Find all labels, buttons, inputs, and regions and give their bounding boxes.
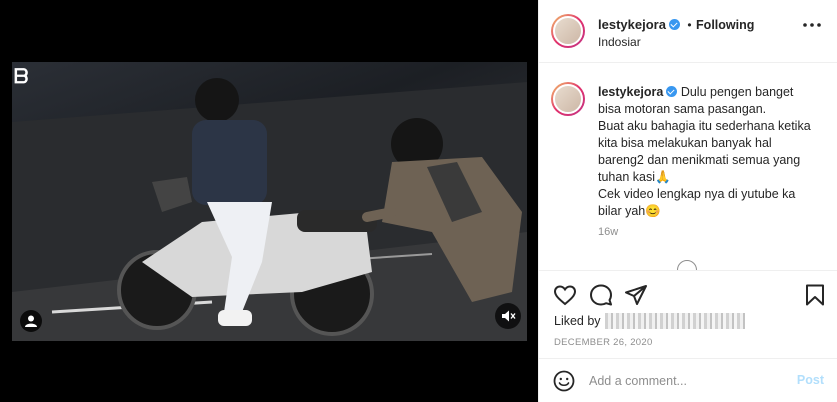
follow-separator: •	[687, 18, 692, 32]
post-media[interactable]: ᗷ	[0, 0, 538, 402]
verified-icon	[668, 19, 680, 30]
liked-by-label: Liked by	[554, 314, 601, 328]
caption-avatar[interactable]	[551, 82, 585, 116]
caption-line: kita bisa melakukan banyak hal	[598, 136, 772, 150]
location-link[interactable]: Indosiar	[598, 35, 641, 49]
caption-line: bareng2 dan menikmati semua yang	[598, 153, 801, 167]
caption-line: Buat aku bahagia itu sederhana ketika	[598, 119, 811, 133]
following-button[interactable]: Following	[696, 18, 754, 32]
liked-by-line: Liked by	[554, 313, 745, 329]
bookmark-icon[interactable]	[803, 283, 827, 307]
action-bar: Liked by DECEMBER 26, 2020	[539, 270, 837, 358]
caption-first-line: lestykejora Dulu pengen banget	[598, 84, 828, 101]
emoji-icon[interactable]	[553, 370, 575, 392]
post-date: DECEMBER 26, 2020	[554, 337, 653, 348]
share-icon[interactable]	[624, 283, 648, 307]
verified-icon	[666, 86, 678, 97]
video-frame	[12, 78, 527, 341]
svg-text:ᗷ: ᗷ	[14, 64, 28, 88]
video-player[interactable]: ᗷ	[12, 62, 527, 341]
tag-icon[interactable]	[20, 310, 42, 332]
avatar[interactable]	[551, 14, 585, 48]
load-more-icon[interactable]	[677, 260, 697, 270]
post-header: lestykejora • Following Indosiar	[539, 0, 837, 63]
caption-line: Dulu pengen banget	[680, 85, 794, 99]
header-user-line: lestykejora • Following	[598, 16, 754, 34]
heart-icon[interactable]	[553, 283, 577, 307]
caption-text: lestykejora Dulu pengen banget bisa moto…	[598, 84, 828, 220]
caption-username[interactable]: lestykejora	[598, 85, 663, 99]
more-icon[interactable]	[802, 22, 822, 28]
comment-bar: Post	[539, 358, 837, 402]
mute-icon[interactable]	[495, 303, 521, 329]
caption-line: tuhan kasi🙏	[598, 170, 671, 184]
liked-by-user-blurred	[604, 313, 745, 329]
caption-area: lestykejora Dulu pengen banget bisa moto…	[539, 64, 837, 270]
post-comment-button[interactable]: Post	[797, 373, 824, 387]
comment-input[interactable]	[589, 371, 779, 391]
comment-icon[interactable]	[589, 283, 613, 307]
caption-line: bilar yah😊	[598, 204, 661, 218]
caption-timestamp: 16w	[598, 226, 619, 238]
post-sidebar: lestykejora • Following Indosiar lestyke…	[538, 0, 837, 402]
caption-line: Cek video lengkap nya di yutube ka	[598, 187, 796, 201]
channel-logo-icon: ᗷ	[14, 64, 28, 88]
caption-line: bisa motoran sama pasangan.	[598, 102, 767, 116]
header-username[interactable]: lestykejora	[598, 17, 666, 32]
